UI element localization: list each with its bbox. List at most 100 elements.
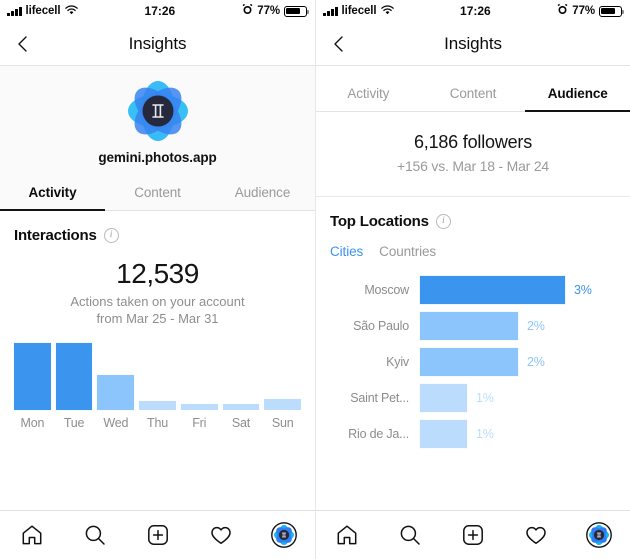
weekday-bar[interactable] — [263, 398, 303, 411]
tab-content[interactable]: Content — [421, 78, 526, 112]
left-phone-screen: lifecell 17:26 77% Insights gemini.photo… — [0, 0, 315, 559]
heart-icon[interactable] — [516, 518, 556, 552]
profile-avatar-icon[interactable] — [579, 518, 619, 552]
battery-percent-label: 77% — [257, 5, 280, 17]
weekday-label: Thu — [147, 416, 168, 430]
chevron-left-icon[interactable] — [328, 33, 350, 55]
status-bar-right-screen: lifecell 17:26 77% — [316, 0, 630, 22]
chevron-left-icon[interactable] — [12, 33, 34, 55]
location-name: Saint Pet... — [350, 391, 409, 405]
weekday-bar-column — [138, 337, 177, 411]
weekday-label: Sun — [271, 416, 294, 430]
followers-summary: 6,186 followers +156 vs. Mar 18 - Mar 24 — [316, 112, 630, 197]
location-bar[interactable] — [419, 275, 566, 305]
account-handle[interactable]: gemini.photos.app — [0, 150, 315, 165]
weekday-bar-column — [221, 337, 261, 411]
plus-box-icon[interactable] — [453, 518, 493, 552]
location-row[interactable]: Moscow 3% — [326, 273, 620, 307]
weekday-label: Wed — [103, 416, 129, 430]
weekday-bar[interactable] — [96, 374, 136, 411]
interactions-subtitle: Actions taken on your account from Mar 2… — [0, 293, 315, 327]
location-row[interactable]: Saint Pet... 1% — [326, 381, 620, 415]
home-icon[interactable] — [327, 518, 367, 552]
location-bar[interactable] — [419, 419, 468, 449]
tab-audience[interactable]: Audience — [210, 177, 315, 211]
weekday-bar-column — [96, 337, 136, 411]
bottom-tab-bar-left — [0, 510, 315, 559]
section-title: Interactions — [14, 227, 97, 244]
signal-bars-icon — [7, 6, 22, 16]
location-percent-label: 2% — [527, 319, 545, 333]
plus-box-icon[interactable] — [138, 518, 178, 552]
weekday-bar-column — [54, 337, 94, 411]
gemini-flower-avatar[interactable] — [127, 80, 189, 142]
weekday-bar[interactable] — [54, 342, 94, 411]
status-bar-right: 77% — [242, 3, 310, 18]
left-spacer — [0, 430, 315, 510]
profile-header: gemini.photos.app — [0, 66, 315, 177]
location-percent-label: 1% — [476, 427, 494, 441]
weekday-bar-column — [263, 337, 303, 411]
weekday-bar[interactable] — [221, 403, 261, 411]
tab-audience[interactable]: Audience — [525, 78, 630, 112]
carrier-label: lifecell — [25, 5, 61, 17]
weekday-label: Tue — [63, 416, 85, 430]
status-bar: lifecell 17:26 77% — [0, 0, 315, 22]
weekday-label: Fri — [192, 416, 207, 430]
interactions-subtitle-line3: Mar 25 - Mar 31 — [126, 311, 219, 326]
tab-content[interactable]: Content — [105, 177, 210, 211]
right-phone-screen: lifecell 17:26 77% Insights Activity Con… — [315, 0, 630, 559]
weekday-labels: Mon Tue Wed Thu Fri Sat Sun — [13, 416, 302, 430]
weekday-bar[interactable] — [179, 403, 219, 411]
pill-countries[interactable]: Countries — [379, 244, 436, 259]
location-name: Kyiv — [386, 355, 409, 369]
location-row[interactable]: São Paulo 2% — [326, 309, 620, 343]
battery-icon — [599, 5, 625, 17]
right-spacer — [316, 453, 630, 510]
location-row[interactable]: Rio de Ja... 1% — [326, 417, 620, 451]
location-bar[interactable] — [419, 347, 519, 377]
pill-cities[interactable]: Cities — [330, 244, 363, 259]
search-icon[interactable] — [390, 518, 430, 552]
location-percent-label: 2% — [527, 355, 545, 369]
status-bar-right-group: 77% — [557, 3, 625, 18]
battery-percent-label: 77% — [572, 5, 595, 17]
weekday-bar[interactable] — [13, 342, 52, 411]
weekday-bar-column — [13, 337, 52, 411]
tab-activity[interactable]: Activity — [316, 78, 421, 112]
home-icon[interactable] — [12, 518, 52, 552]
section-title: Top Locations — [330, 213, 429, 230]
location-bar[interactable] — [419, 311, 519, 341]
nav-bar-right: Insights — [316, 22, 630, 66]
search-icon[interactable] — [75, 518, 115, 552]
location-name: Moscow — [364, 283, 409, 297]
page-title: Insights — [444, 33, 502, 53]
location-name: Rio de Ja... — [348, 427, 409, 441]
wifi-icon — [380, 4, 394, 18]
top-locations-chart: Moscow 3% São Paulo 2% Kyiv 2% Saint Pet... 1% R… — [316, 259, 630, 453]
info-icon[interactable]: i — [435, 214, 451, 229]
location-bar[interactable] — [419, 383, 468, 413]
followers-count: 6,186 followers — [413, 132, 533, 152]
tab-activity[interactable]: Activity — [0, 177, 105, 211]
profile-avatar-icon[interactable] — [264, 518, 304, 552]
followers-delta: +156 vs. Mar 18 - Mar 24 — [397, 158, 549, 174]
weekday-bar-chart: Mon Tue Wed Thu Fri Sat Sun — [0, 337, 315, 430]
location-row[interactable]: Kyiv 2% — [326, 345, 620, 379]
status-bar-clock: 17:26 — [144, 4, 176, 18]
weekday-label: Mon — [20, 416, 45, 430]
page-title: Insights — [128, 33, 187, 53]
interactions-stat: 12,539 Actions taken on your account fro… — [0, 244, 315, 331]
heart-icon[interactable] — [201, 518, 241, 552]
info-icon[interactable]: i — [103, 228, 119, 243]
top-locations-section-header: Top Locations i — [316, 197, 630, 230]
bottom-tab-bar-right — [316, 510, 630, 559]
location-name: São Paulo — [353, 319, 409, 333]
insights-tabs-right: Activity Content Audience — [316, 66, 630, 112]
insights-tabs-left: Activity Content Audience — [0, 177, 315, 211]
carrier-label: lifecell — [341, 5, 377, 17]
weekday-bars — [13, 337, 303, 411]
locations-filter-pills: Cities Countries — [316, 230, 630, 259]
weekday-bar[interactable] — [138, 400, 177, 411]
dual-screenshot-container: lifecell 17:26 77% Insights gemini.photo… — [0, 0, 630, 559]
